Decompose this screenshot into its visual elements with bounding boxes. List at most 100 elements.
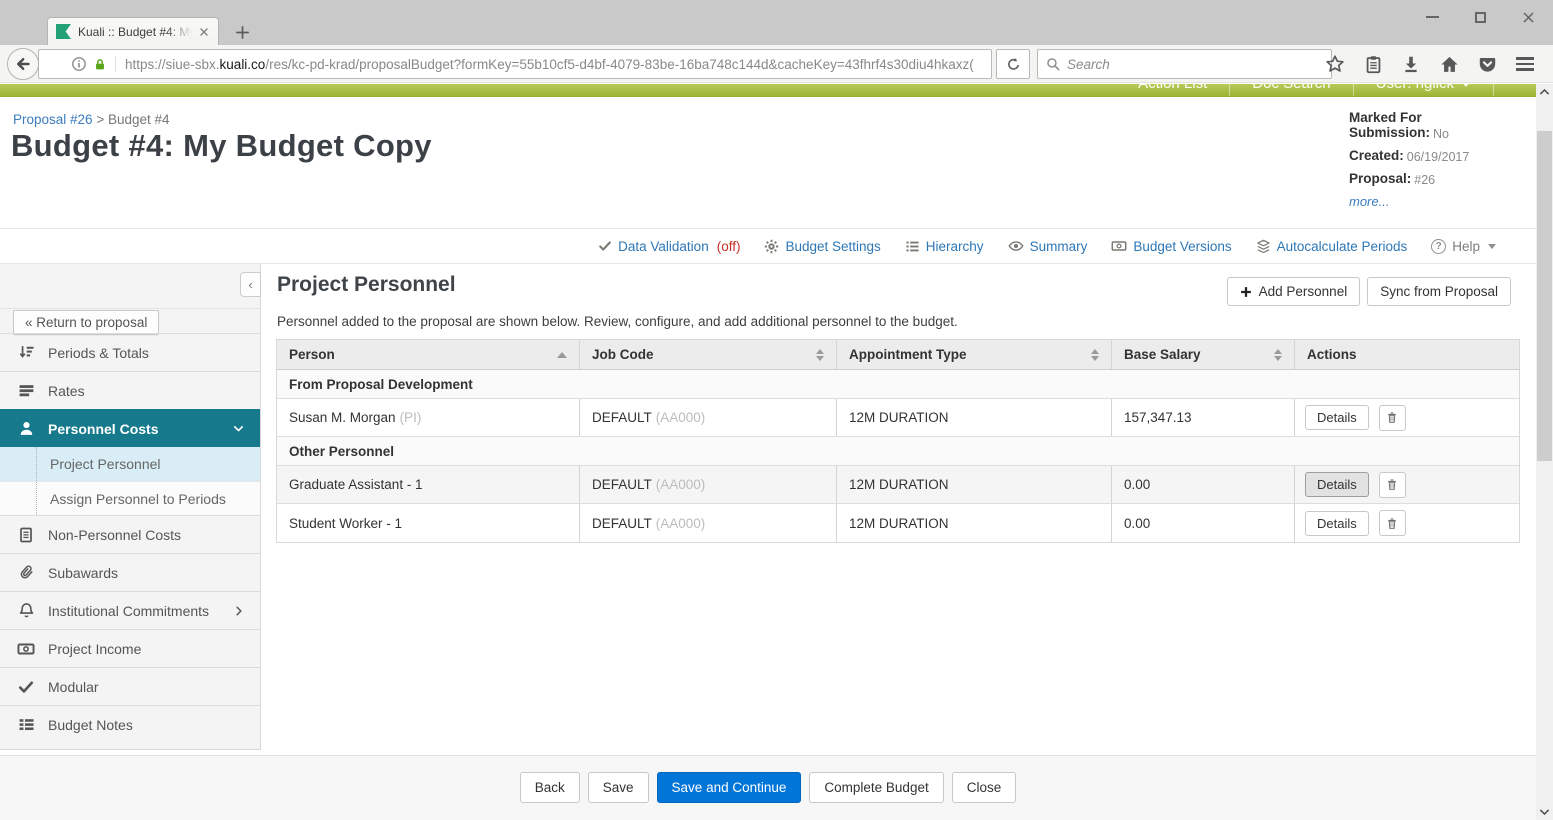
window-minimize-button[interactable] [1417, 4, 1447, 30]
more-link[interactable]: more... [1349, 194, 1389, 209]
scrollbar-thumb[interactable] [1537, 131, 1552, 461]
budget-sidebar: ‹ « Return to proposal Periods & Totals [0, 264, 261, 750]
url-text[interactable]: https://siue-sbx.kuali.co/res/kc-pd-krad… [125, 57, 974, 72]
submission-value: No [1433, 127, 1449, 141]
complete-budget-button[interactable]: Complete Budget [809, 772, 944, 803]
tab-title: Kuali :: Budget #4: My Budge [78, 24, 195, 39]
chevron-right-icon [233, 605, 245, 617]
sidebar-item-budget-notes[interactable]: Budget Notes [0, 705, 260, 743]
sidebar-item-assign-personnel[interactable]: Assign Personnel to Periods [0, 481, 260, 515]
eye-icon [1008, 238, 1024, 254]
column-header-job-code[interactable]: Job Code [579, 340, 836, 369]
caret-down-icon [1461, 84, 1471, 87]
sort-amount-icon [17, 344, 35, 361]
gear-icon [764, 239, 779, 254]
search-input[interactable] [1067, 56, 1323, 72]
autocalculate-periods-button[interactable]: Autocalculate Periods [1256, 239, 1407, 254]
column-header-actions: Actions [1294, 340, 1519, 369]
action-list-link[interactable]: Action List [1116, 84, 1231, 96]
window-controls [1417, 4, 1543, 30]
document-icon [17, 527, 35, 543]
column-header-person[interactable]: Person [277, 340, 579, 369]
summary-button[interactable]: Summary [1008, 238, 1087, 254]
scrollbar-down-arrow[interactable] [1536, 804, 1553, 820]
sidebar-item-non-personnel-costs[interactable]: Non-Personnel Costs [0, 515, 260, 553]
tab-close-icon[interactable] [195, 23, 212, 40]
table-group-row-other-personnel: Other Personnel [277, 437, 1519, 466]
sidebar-item-rates[interactable]: Rates [0, 371, 260, 409]
kuali-page: Proposal #26 > Budget #4 Budget #4: My B… [0, 97, 1536, 755]
url-bar[interactable]: https://siue-sbx.kuali.co/res/kc-pd-krad… [38, 49, 992, 79]
sidebar-item-institutional-commitments[interactable]: Institutional Commitments [0, 591, 260, 629]
save-and-continue-button[interactable]: Save and Continue [656, 772, 802, 803]
add-personnel-button[interactable]: Add Personnel [1226, 277, 1361, 306]
menu-hamburger-icon[interactable] [1514, 53, 1536, 75]
sort-ascending-icon [557, 351, 567, 358]
new-tab-button[interactable] [228, 21, 256, 43]
check-icon [598, 239, 612, 253]
budget-toolbar: Data Validation (off) Budget Settings Hi… [0, 228, 1536, 264]
pocket-icon[interactable] [1476, 53, 1498, 75]
sidebar-item-periods-totals[interactable]: Periods & Totals [0, 333, 260, 371]
check-icon [17, 679, 35, 695]
bookmark-star-icon[interactable] [1324, 53, 1346, 75]
close-button[interactable]: Close [951, 772, 1017, 803]
help-menu-button[interactable]: ? Help [1431, 238, 1496, 254]
section-description: Personnel added to the proposal are show… [277, 314, 958, 329]
details-button[interactable]: Details [1305, 472, 1369, 497]
delete-button[interactable] [1378, 510, 1406, 536]
budget-content: ‹ « Return to proposal Periods & Totals [0, 264, 1536, 755]
scrollbar-up-arrow[interactable] [1536, 84, 1553, 100]
sort-icon [816, 348, 824, 361]
https-lock-icon[interactable] [93, 57, 107, 72]
browser-search-box[interactable] [1037, 49, 1332, 79]
save-button[interactable]: Save [587, 772, 649, 803]
validation-off-badge: (off) [716, 238, 741, 254]
delete-button[interactable] [1378, 404, 1406, 431]
sidebar-item-subawards[interactable]: Subawards [0, 553, 260, 591]
hierarchy-button[interactable]: Hierarchy [905, 239, 984, 254]
browser-scrollbar[interactable] [1536, 84, 1553, 820]
proposal-label: Proposal: [1349, 171, 1412, 186]
page-info-icon[interactable] [71, 56, 87, 72]
downloads-icon[interactable] [1400, 53, 1422, 75]
plus-icon [1240, 286, 1252, 298]
paperclip-icon [17, 564, 35, 581]
window-maximize-button[interactable] [1465, 4, 1495, 30]
sidebar-item-modular[interactable]: Modular [0, 667, 260, 705]
bookmarks-clipboard-icon[interactable] [1362, 53, 1384, 75]
return-to-proposal-button[interactable]: « Return to proposal [13, 310, 160, 335]
column-header-appointment-type[interactable]: Appointment Type [836, 340, 1111, 369]
sidebar-item-personnel-costs[interactable]: Personnel Costs [0, 409, 260, 447]
back-button[interactable]: Back [519, 772, 580, 803]
search-icon [1046, 57, 1060, 71]
user-menu[interactable]: User: nglick [1354, 84, 1494, 96]
bell-icon [17, 602, 35, 619]
back-navigation-button[interactable] [7, 48, 39, 80]
delete-button[interactable] [1378, 471, 1406, 498]
reload-button[interactable] [996, 49, 1030, 79]
proposal-value: #26 [1414, 173, 1436, 187]
column-header-base-salary[interactable]: Base Salary [1111, 340, 1294, 369]
sync-from-proposal-button[interactable]: Sync from Proposal [1367, 277, 1511, 306]
details-button[interactable]: Details [1305, 405, 1369, 430]
browser-navbar: https://siue-sbx.kuali.co/res/kc-pd-krad… [0, 45, 1553, 83]
footer-action-bar: Back Save Save and Continue Complete Bud… [0, 755, 1536, 820]
data-validation-button[interactable]: Data Validation (off) [598, 239, 740, 254]
home-icon[interactable] [1438, 53, 1460, 75]
browser-tab[interactable]: Kuali :: Budget #4: My Budge [47, 17, 219, 45]
details-button[interactable]: Details [1305, 510, 1369, 536]
window-close-button[interactable] [1513, 4, 1543, 30]
budget-versions-button[interactable]: Budget Versions [1111, 238, 1232, 254]
doc-search-link[interactable]: Doc Search [1230, 84, 1354, 96]
sort-icon [1091, 348, 1099, 361]
browser-window: Kuali :: Budget #4: My Budge [0, 0, 1553, 820]
sidebar-nav-list: Periods & Totals Rates Personnel Costs P… [0, 333, 260, 743]
sidebar-item-project-income[interactable]: Project Income [0, 629, 260, 667]
sidebar-item-project-personnel[interactable]: Project Personnel [0, 447, 260, 481]
budget-settings-button[interactable]: Budget Settings [764, 239, 881, 254]
table-header-row: Person Job Code Appointment Type Base Sa… [277, 340, 1519, 370]
sidebar-collapse-button[interactable]: ‹ [240, 272, 261, 297]
breadcrumb-proposal-link[interactable]: Proposal #26 [13, 112, 93, 127]
created-label: Created: [1349, 148, 1404, 163]
